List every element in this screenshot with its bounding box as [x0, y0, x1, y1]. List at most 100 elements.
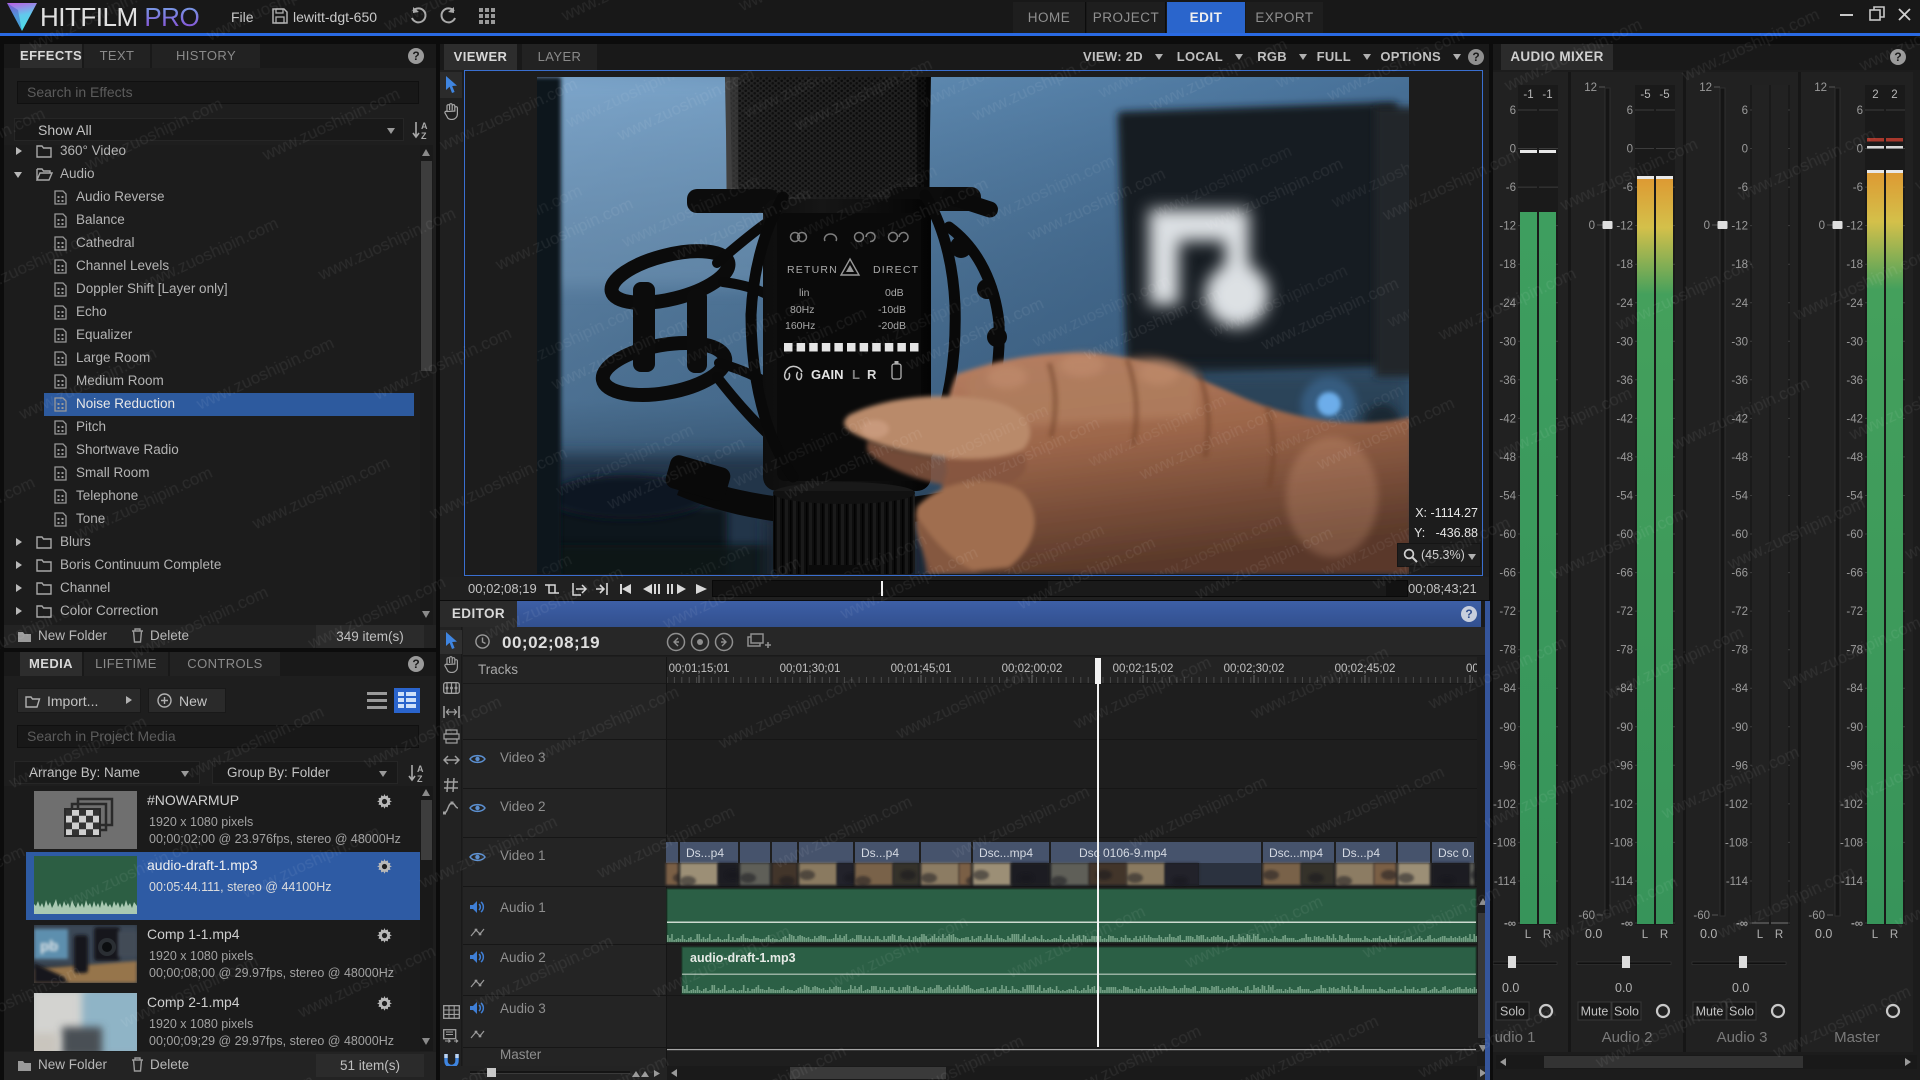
svg-text:-72: -72: [1499, 606, 1516, 618]
svg-text:audio-draft-1.mp3: audio-draft-1.mp3: [690, 951, 796, 965]
svg-text:6: 6: [1627, 105, 1633, 117]
svg-text:-5: -5: [1659, 89, 1669, 101]
svg-text:0: 0: [1742, 144, 1748, 156]
svg-text:00;02;15;02: 00;02;15;02: [1113, 663, 1174, 675]
svg-text:-36: -36: [1846, 375, 1863, 387]
svg-text:-96: -96: [1499, 760, 1516, 772]
svg-text:-78: -78: [1846, 645, 1863, 657]
svg-text:0: 0: [1510, 144, 1516, 156]
svg-text:lin: lin: [799, 287, 810, 299]
svg-text:-108: -108: [1840, 837, 1863, 849]
svg-text:-84: -84: [1846, 683, 1863, 695]
svg-text:-10dB: -10dB: [878, 304, 906, 316]
svg-text:-108: -108: [1725, 837, 1748, 849]
svg-text:-66: -66: [1499, 568, 1516, 580]
svg-text:-1: -1: [1523, 89, 1533, 101]
svg-text:12: 12: [1699, 82, 1712, 94]
svg-text:0: 0: [1819, 220, 1825, 232]
svg-text:-114: -114: [1611, 876, 1634, 888]
svg-text:6: 6: [1742, 105, 1748, 117]
svg-text:-60: -60: [1693, 910, 1710, 922]
svg-text:-24: -24: [1846, 298, 1863, 310]
svg-text:2: 2: [1872, 89, 1878, 101]
svg-text:-102: -102: [1493, 799, 1516, 811]
svg-text:0dB: 0dB: [885, 287, 904, 299]
svg-text:0: 0: [1704, 220, 1710, 232]
svg-text:-102: -102: [1840, 799, 1863, 811]
svg-text:-90: -90: [1499, 722, 1516, 734]
svg-text:-36: -36: [1731, 375, 1748, 387]
svg-text:-66: -66: [1846, 568, 1863, 580]
svg-text:-48: -48: [1846, 452, 1863, 464]
svg-text:-90: -90: [1731, 722, 1748, 734]
svg-text:Solo: Solo: [1729, 1005, 1754, 1019]
svg-text:-6: -6: [1853, 182, 1863, 194]
svg-text:0.0: 0.0: [1732, 981, 1749, 995]
svg-text:-96: -96: [1846, 760, 1863, 772]
svg-text:-48: -48: [1499, 452, 1516, 464]
svg-text:80Hz: 80Hz: [790, 304, 815, 316]
svg-text:-12: -12: [1731, 221, 1748, 233]
svg-text:0.0: 0.0: [1615, 981, 1632, 995]
svg-text:-24: -24: [1616, 298, 1633, 310]
svg-text:-60: -60: [1616, 529, 1633, 541]
svg-text:L: L: [1525, 929, 1532, 941]
svg-text:-108: -108: [1493, 837, 1516, 849]
svg-text:160Hz: 160Hz: [785, 320, 815, 332]
svg-text:00;01;15;01: 00;01;15;01: [669, 663, 730, 675]
svg-text:L: L: [852, 367, 860, 382]
svg-text:-78: -78: [1499, 645, 1516, 657]
svg-text:-66: -66: [1731, 568, 1748, 580]
svg-text:12: 12: [1584, 82, 1597, 94]
svg-text:-6: -6: [1623, 182, 1633, 194]
svg-text:Mute: Mute: [1581, 1005, 1609, 1019]
svg-text:-12: -12: [1846, 221, 1863, 233]
svg-text:A: A: [417, 764, 424, 774]
svg-text:Solo: Solo: [1614, 1005, 1639, 1019]
svg-text:00;0: 00;0: [1466, 663, 1477, 675]
svg-text:-18: -18: [1499, 259, 1516, 271]
svg-text:-72: -72: [1731, 606, 1748, 618]
svg-text:0: 0: [1627, 144, 1633, 156]
svg-text:A: A: [421, 121, 428, 131]
svg-text:0.0: 0.0: [1502, 981, 1519, 995]
svg-text:-42: -42: [1499, 413, 1516, 425]
svg-text:-78: -78: [1731, 645, 1748, 657]
svg-text:RETURN: RETURN: [787, 264, 838, 276]
svg-text:-90: -90: [1846, 722, 1863, 734]
svg-text:-20dB: -20dB: [878, 320, 906, 332]
svg-text:-54: -54: [1499, 491, 1516, 503]
svg-text:-54: -54: [1616, 491, 1633, 503]
svg-text:udio 1: udio 1: [1495, 1029, 1536, 1046]
svg-text:-∞: -∞: [1851, 918, 1863, 930]
svg-text:-30: -30: [1846, 336, 1863, 348]
svg-text:0: 0: [1857, 144, 1863, 156]
svg-text:-66: -66: [1616, 568, 1633, 580]
svg-text:Z: Z: [421, 131, 427, 140]
svg-text:-∞: -∞: [1621, 918, 1633, 930]
svg-text:-72: -72: [1616, 606, 1633, 618]
svg-text:-48: -48: [1616, 452, 1633, 464]
svg-text:-42: -42: [1731, 413, 1748, 425]
svg-text:-78: -78: [1616, 645, 1633, 657]
svg-text:00;01;30;01: 00;01;30;01: [780, 663, 841, 675]
svg-text:-90: -90: [1616, 722, 1633, 734]
svg-text:-24: -24: [1731, 298, 1748, 310]
svg-text:-∞: -∞: [1736, 918, 1748, 930]
svg-text:-54: -54: [1846, 491, 1863, 503]
svg-text:Z: Z: [417, 774, 423, 783]
svg-text:0.0: 0.0: [1585, 927, 1602, 941]
svg-text:0: 0: [1589, 220, 1595, 232]
svg-text:L: L: [1757, 929, 1764, 941]
svg-text:-6: -6: [1738, 182, 1748, 194]
svg-text:R: R: [1890, 929, 1898, 941]
svg-text:-42: -42: [1616, 413, 1633, 425]
svg-text:-24: -24: [1499, 298, 1516, 310]
svg-text:Solo: Solo: [1500, 1005, 1525, 1019]
svg-text:-30: -30: [1616, 336, 1633, 348]
svg-text:-48: -48: [1731, 452, 1748, 464]
svg-text:6: 6: [1857, 105, 1863, 117]
svg-text:-60: -60: [1808, 910, 1825, 922]
svg-text:-18: -18: [1846, 259, 1863, 271]
svg-text:-84: -84: [1731, 683, 1748, 695]
